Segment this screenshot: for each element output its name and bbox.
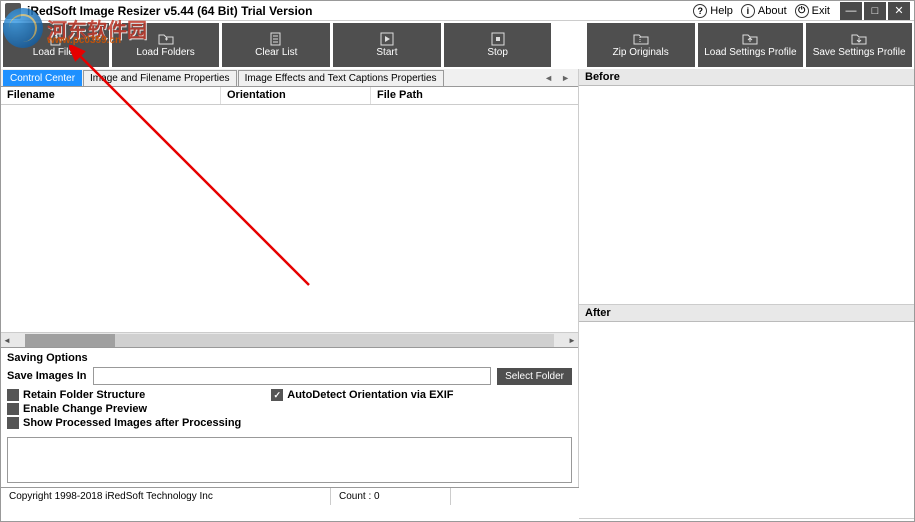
load-folders-button[interactable]: Load Folders	[112, 23, 220, 67]
help-link[interactable]: ? Help	[693, 4, 733, 18]
load-files-label: Load Files	[33, 47, 79, 58]
save-in-input[interactable]	[93, 367, 492, 385]
maximize-button[interactable]: □	[864, 2, 886, 20]
load-profile-label: Load Settings Profile	[704, 47, 796, 58]
folder-plus-icon	[157, 32, 175, 46]
scroll-thumb[interactable]	[25, 334, 115, 347]
after-preview	[579, 322, 914, 518]
preview-panel: Before After	[579, 69, 914, 487]
after-section: After	[579, 305, 914, 519]
clear-list-label: Clear List	[255, 47, 297, 58]
zip-icon	[632, 32, 650, 46]
about-icon: i	[741, 4, 755, 18]
autodetect-exif-checkbox[interactable]: AutoDetect Orientation via EXIF	[271, 389, 453, 401]
file-plus-icon	[47, 32, 65, 46]
file-list[interactable]	[1, 105, 578, 332]
copyright-text: Copyright 1998-2018 iRedSoft Technology …	[1, 488, 331, 505]
col-filepath[interactable]: File Path	[371, 87, 578, 104]
load-folders-label: Load Folders	[136, 47, 194, 58]
minimize-button[interactable]: —	[840, 2, 862, 20]
clear-icon	[267, 32, 285, 46]
tab-strip: Control Center Image and Filename Proper…	[1, 69, 578, 87]
log-textarea[interactable]	[7, 437, 572, 483]
save-in-label: Save Images In	[7, 370, 87, 382]
about-link[interactable]: i About	[741, 4, 787, 18]
stop-button[interactable]: Stop	[444, 23, 552, 67]
zip-originals-button[interactable]: Zip Originals	[587, 23, 695, 67]
tab-image-effects[interactable]: Image Effects and Text Captions Properti…	[238, 70, 444, 86]
about-label: About	[758, 5, 787, 17]
exit-icon: ⏻	[795, 4, 809, 18]
load-profile-icon	[741, 32, 759, 46]
col-filename[interactable]: Filename	[1, 87, 221, 104]
tab-prev-icon[interactable]: ◄	[544, 73, 553, 83]
play-icon	[378, 32, 396, 46]
save-profile-button[interactable]: Save Settings Profile	[806, 23, 912, 67]
start-button[interactable]: Start	[333, 23, 441, 67]
main-toolbar: Load Files Load Folders Clear List Start…	[1, 21, 914, 69]
stop-icon	[489, 32, 507, 46]
horizontal-scrollbar[interactable]: ◄ ►	[1, 332, 578, 347]
saving-options-panel: Saving Options Save Images In Select Fol…	[1, 347, 578, 433]
enable-preview-checkbox[interactable]: Enable Change Preview	[7, 403, 241, 415]
count-text: Count : 0	[331, 488, 451, 505]
help-icon: ?	[693, 4, 707, 18]
left-panel: Control Center Image and Filename Proper…	[1, 69, 579, 487]
show-processed-checkbox[interactable]: Show Processed Images after Processing	[7, 417, 241, 429]
save-profile-label: Save Settings Profile	[813, 47, 906, 58]
exit-link[interactable]: ⏻ Exit	[795, 4, 830, 18]
window-title: iRedSoft Image Resizer v5.44 (64 Bit) Tr…	[27, 4, 693, 18]
clear-list-button[interactable]: Clear List	[222, 23, 330, 67]
main-content: Control Center Image and Filename Proper…	[1, 69, 914, 487]
exit-label: Exit	[812, 5, 830, 17]
saving-options-legend: Saving Options	[7, 352, 572, 364]
scroll-left-icon[interactable]: ◄	[1, 336, 13, 345]
retain-structure-checkbox[interactable]: Retain Folder Structure	[7, 389, 241, 401]
title-bar: iRedSoft Image Resizer v5.44 (64 Bit) Tr…	[1, 1, 914, 21]
before-preview	[579, 86, 914, 304]
tab-image-properties[interactable]: Image and Filename Properties	[83, 70, 237, 86]
help-label: Help	[710, 5, 733, 17]
close-button[interactable]: ✕	[888, 2, 910, 20]
load-files-button[interactable]: Load Files	[3, 23, 109, 67]
start-label: Start	[376, 47, 397, 58]
stop-label: Stop	[487, 47, 508, 58]
tab-control-center[interactable]: Control Center	[3, 70, 82, 86]
app-icon	[5, 3, 21, 19]
before-header: Before	[579, 69, 914, 86]
col-orientation[interactable]: Orientation	[221, 87, 371, 104]
after-header: After	[579, 305, 914, 322]
zip-label: Zip Originals	[613, 47, 669, 58]
before-section: Before	[579, 69, 914, 305]
load-profile-button[interactable]: Load Settings Profile	[698, 23, 804, 67]
select-folder-button[interactable]: Select Folder	[497, 368, 572, 385]
save-profile-icon	[850, 32, 868, 46]
tab-next-icon[interactable]: ►	[561, 73, 570, 83]
file-list-header: Filename Orientation File Path	[1, 87, 578, 105]
scroll-right-icon[interactable]: ►	[566, 336, 578, 345]
